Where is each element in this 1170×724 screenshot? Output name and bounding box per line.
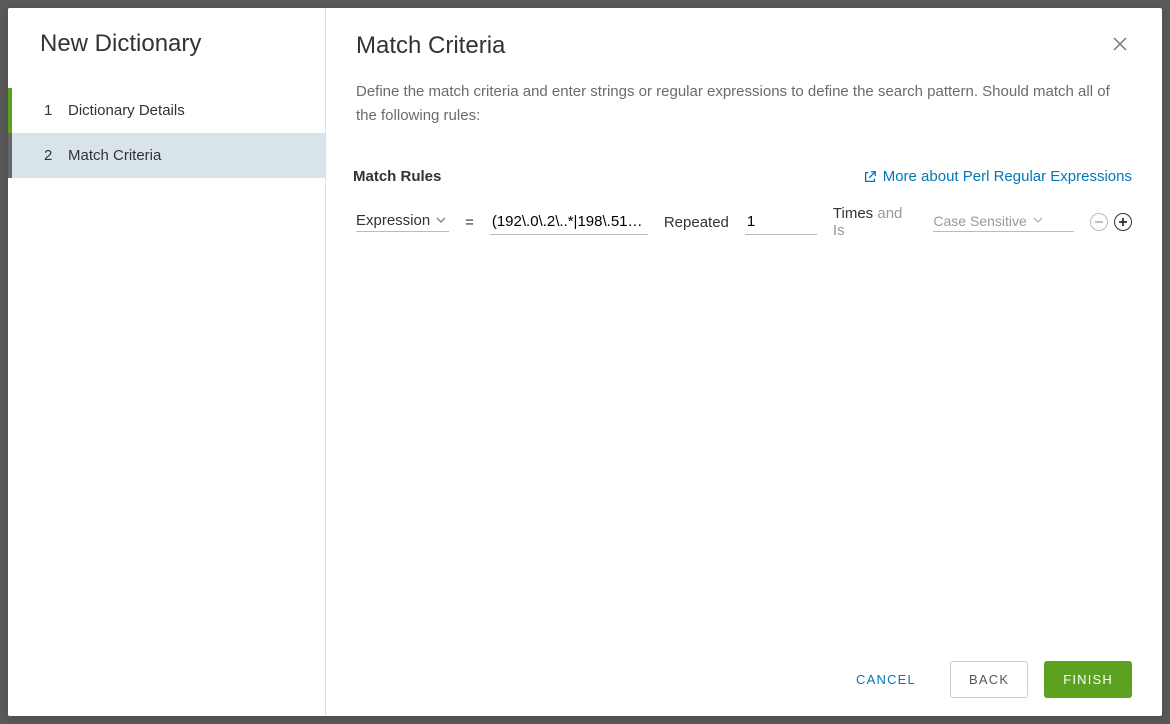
step-label: Dictionary Details: [68, 102, 185, 119]
wizard-title: New Dictionary: [8, 30, 325, 88]
match-rules-label: Match Rules: [353, 168, 441, 185]
main-header: Match Criteria: [326, 8, 1162, 60]
step-list: 1 Dictionary Details 2 Match Criteria: [8, 88, 325, 178]
rule-row-actions: [1090, 213, 1132, 231]
case-placeholder: Case Sensitive: [933, 213, 1026, 229]
repeat-count-input[interactable]: [745, 209, 817, 235]
rules-header: Match Rules More about Perl Regular Expr…: [326, 128, 1162, 185]
external-link-icon: [863, 170, 877, 184]
step-match-criteria[interactable]: 2 Match Criteria: [8, 133, 325, 178]
modal-backdrop: New Dictionary 1 Dictionary Details 2 Ma…: [0, 0, 1170, 724]
equals-sign: =: [465, 214, 474, 231]
step-dictionary-details[interactable]: 1 Dictionary Details: [8, 88, 325, 133]
rule-type-select[interactable]: Expression: [356, 212, 449, 232]
step-number: 1: [44, 102, 68, 119]
wizard-sidebar: New Dictionary 1 Dictionary Details 2 Ma…: [8, 8, 326, 716]
chevron-down-icon: [1033, 212, 1043, 229]
rule-value-input[interactable]: [490, 209, 648, 235]
close-icon: [1112, 35, 1128, 57]
rule-type-value: Expression: [356, 212, 430, 229]
case-sensitivity-select[interactable]: Case Sensitive: [933, 212, 1074, 232]
new-dictionary-modal: New Dictionary 1 Dictionary Details 2 Ma…: [8, 8, 1162, 716]
remove-rule-button[interactable]: [1090, 213, 1108, 231]
add-rule-button[interactable]: [1114, 213, 1132, 231]
page-title: Match Criteria: [356, 32, 505, 60]
wizard-main: Match Criteria Define the match criteria…: [326, 8, 1162, 716]
plus-icon: [1118, 214, 1128, 231]
wizard-footer: CANCEL BACK FINISH: [326, 643, 1162, 716]
times-and-is: Times and Is: [833, 205, 917, 239]
back-button[interactable]: BACK: [950, 661, 1028, 698]
chevron-down-icon: [436, 212, 446, 229]
repeated-label: Repeated: [664, 214, 729, 231]
perl-regex-help-link[interactable]: More about Perl Regular Expressions: [863, 168, 1132, 185]
cancel-button[interactable]: CANCEL: [838, 662, 934, 697]
close-button[interactable]: [1108, 32, 1132, 60]
step-number: 2: [44, 147, 68, 164]
step-label: Match Criteria: [68, 147, 161, 164]
help-link-text: More about Perl Regular Expressions: [883, 168, 1132, 185]
match-rule-row: Expression = Repeated Times and Is Case …: [326, 185, 1162, 239]
times-label: Times: [833, 205, 873, 222]
description-text: Define the match criteria and enter stri…: [326, 60, 1162, 128]
finish-button[interactable]: FINISH: [1044, 661, 1132, 698]
minus-icon: [1094, 214, 1104, 231]
